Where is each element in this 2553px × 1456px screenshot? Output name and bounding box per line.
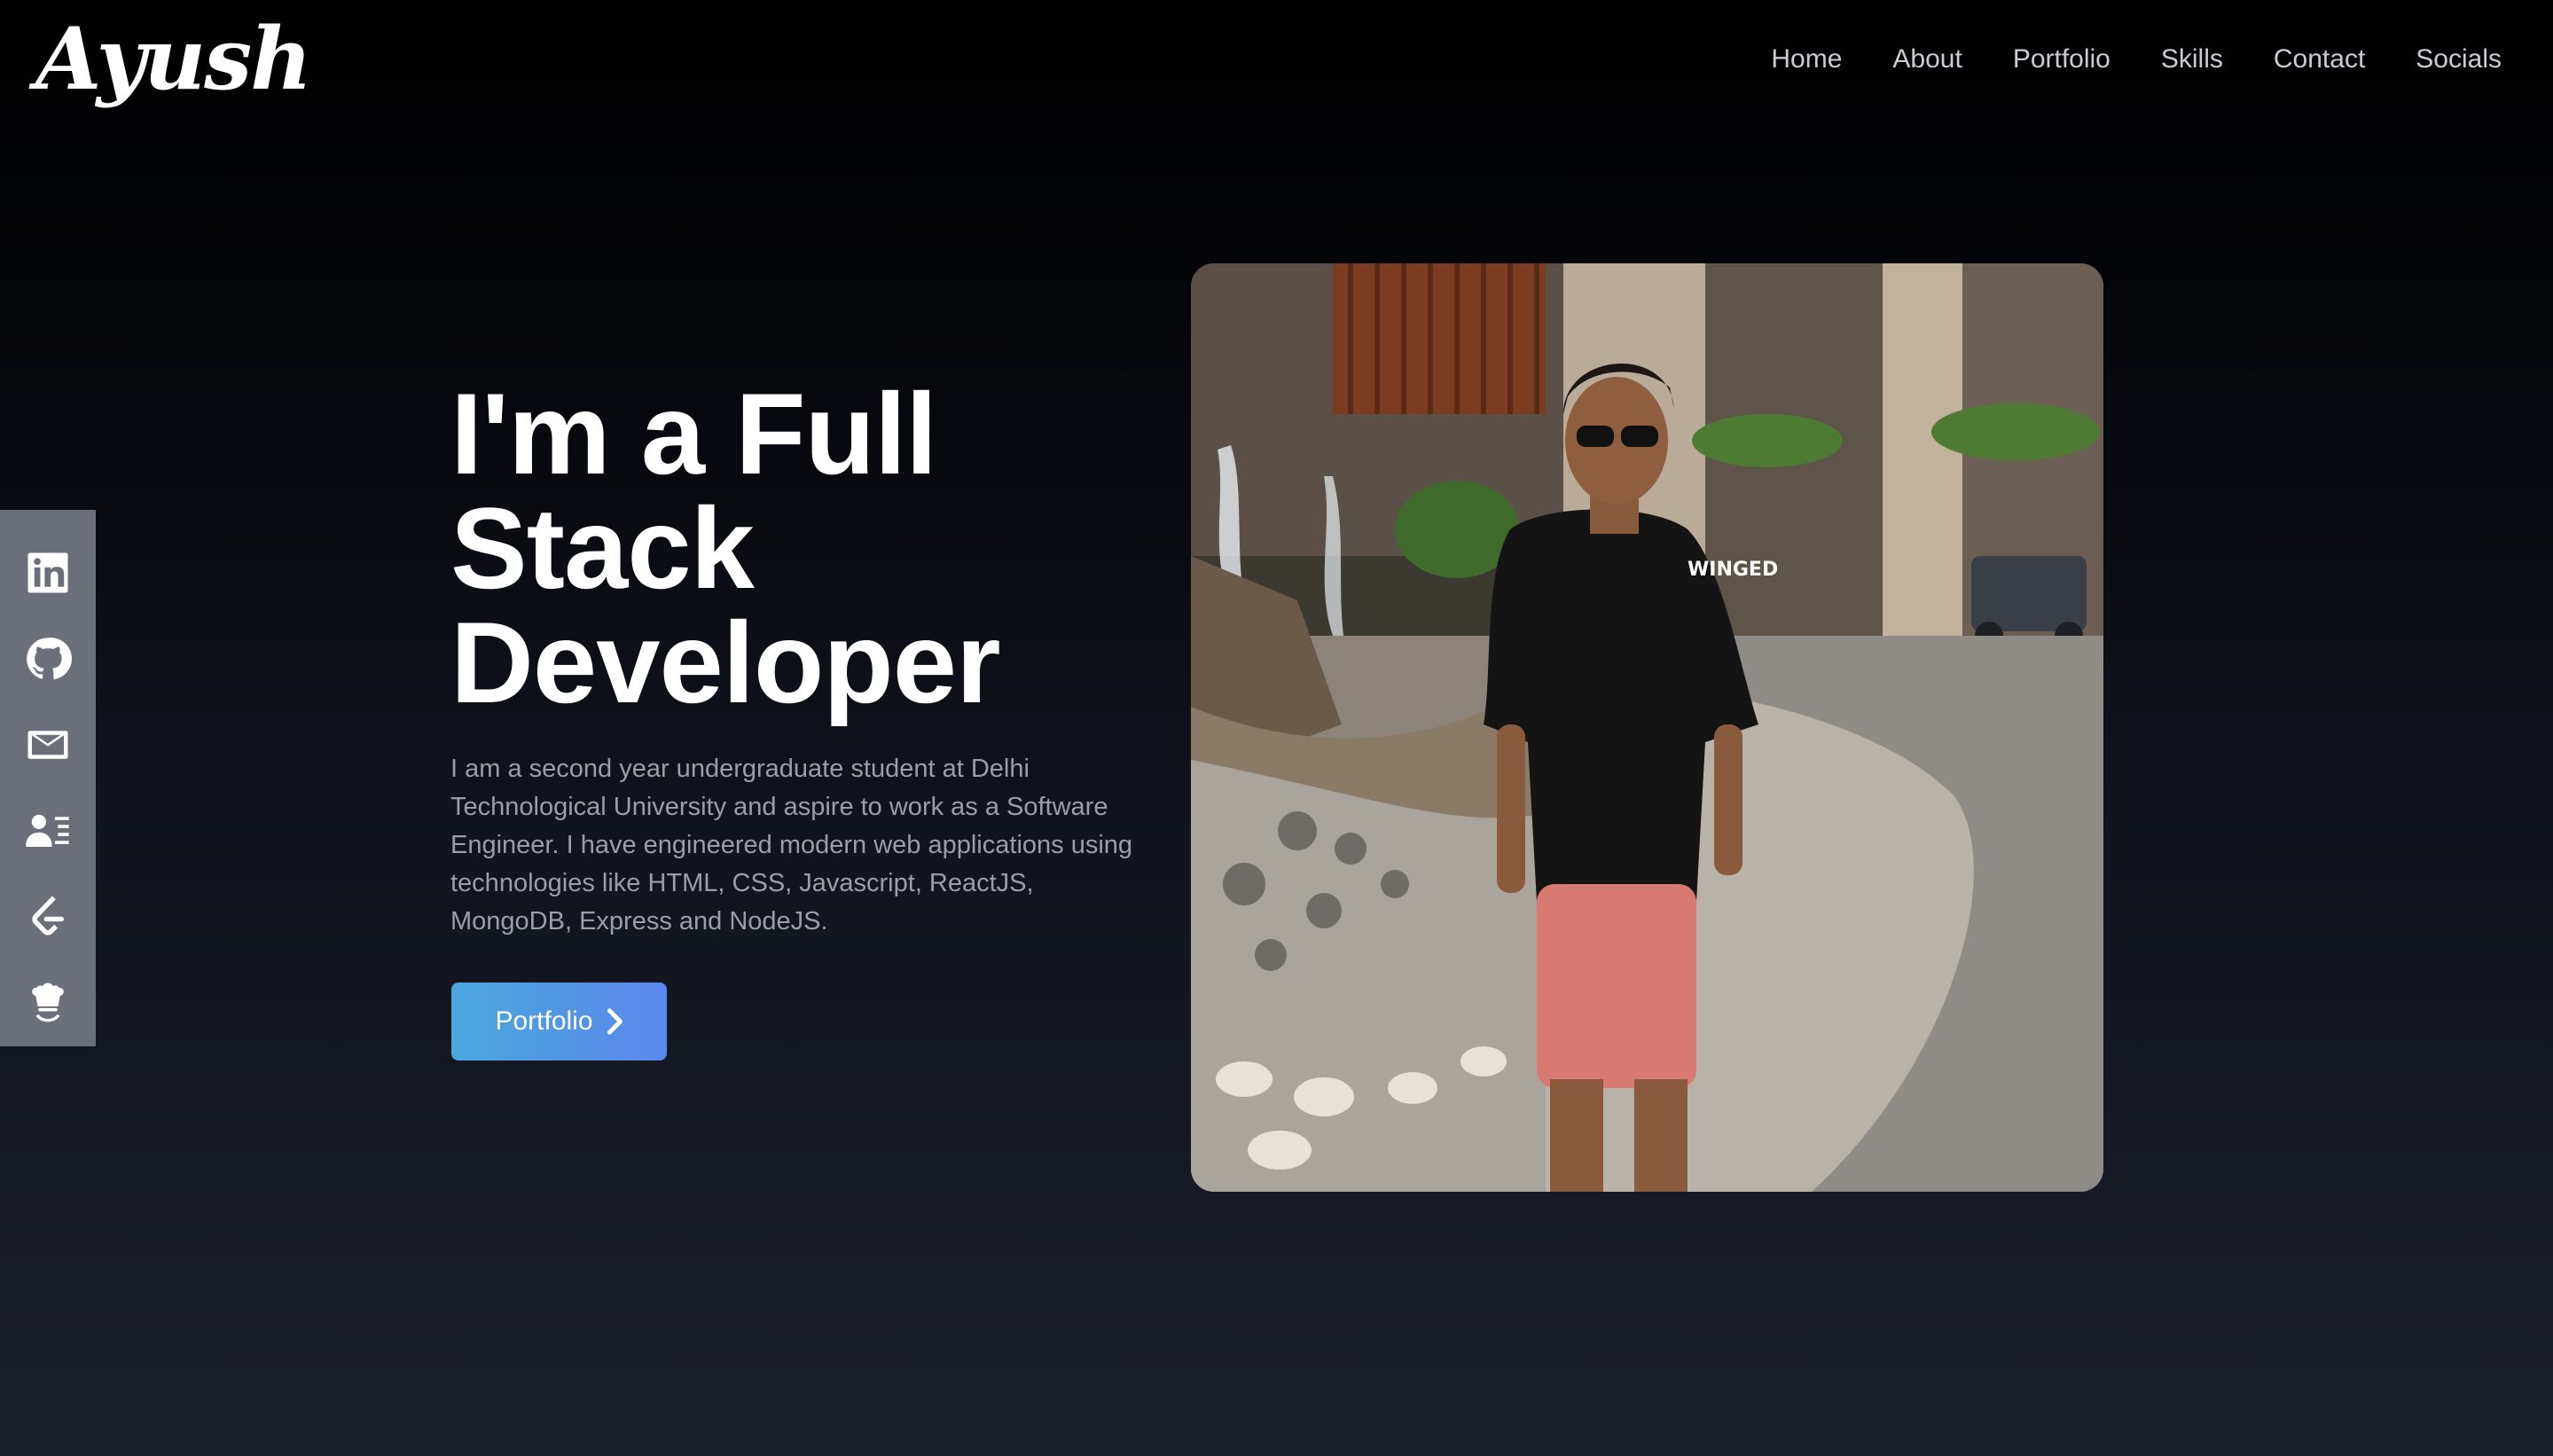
logo[interactable]: Ayush <box>35 12 312 106</box>
nav-links: Home About Portfolio Skills Contact Soci… <box>1771 44 2502 74</box>
chevron-right-icon <box>607 1008 623 1035</box>
github-link[interactable] <box>0 615 96 701</box>
resume-icon <box>26 814 69 848</box>
portfolio-button[interactable]: Portfolio <box>451 982 667 1061</box>
hero-title: I'm a Full Stack Developer <box>450 369 1124 727</box>
social-sidebar <box>0 510 96 1046</box>
hero-title-line-2: Stack <box>450 483 755 613</box>
mail-link[interactable] <box>0 701 96 787</box>
hero-title-line-1: I'm a Full <box>450 369 937 498</box>
leetcode-icon <box>32 896 64 935</box>
resume-link[interactable] <box>0 788 96 874</box>
codechef-link[interactable] <box>0 960 96 1046</box>
github-icon <box>27 637 72 679</box>
shirt-text: WINGED <box>1688 559 1778 581</box>
leetcode-link[interactable] <box>0 874 96 960</box>
linkedin-icon <box>27 552 68 593</box>
linkedin-link[interactable] <box>0 529 96 615</box>
profile-photo: WINGED <box>1191 263 2103 1192</box>
nav-socials[interactable]: Socials <box>2416 44 2502 74</box>
nav-contact[interactable]: Contact <box>2274 44 2365 74</box>
nav-home[interactable]: Home <box>1771 44 1842 74</box>
mail-icon <box>27 731 68 759</box>
portfolio-button-label: Portfolio <box>495 1006 593 1036</box>
hero-title-line-3: Developer <box>450 598 1001 727</box>
nav-skills[interactable]: Skills <box>2161 44 2223 74</box>
hero-description: I am a second year undergraduate student… <box>450 755 1133 935</box>
nav-portfolio[interactable]: Portfolio <box>2013 44 2111 74</box>
codechef-icon <box>32 982 64 1022</box>
nav-about[interactable]: About <box>1892 44 1962 74</box>
navbar: Ayush Home About Portfolio Skills Contac… <box>0 0 2553 133</box>
